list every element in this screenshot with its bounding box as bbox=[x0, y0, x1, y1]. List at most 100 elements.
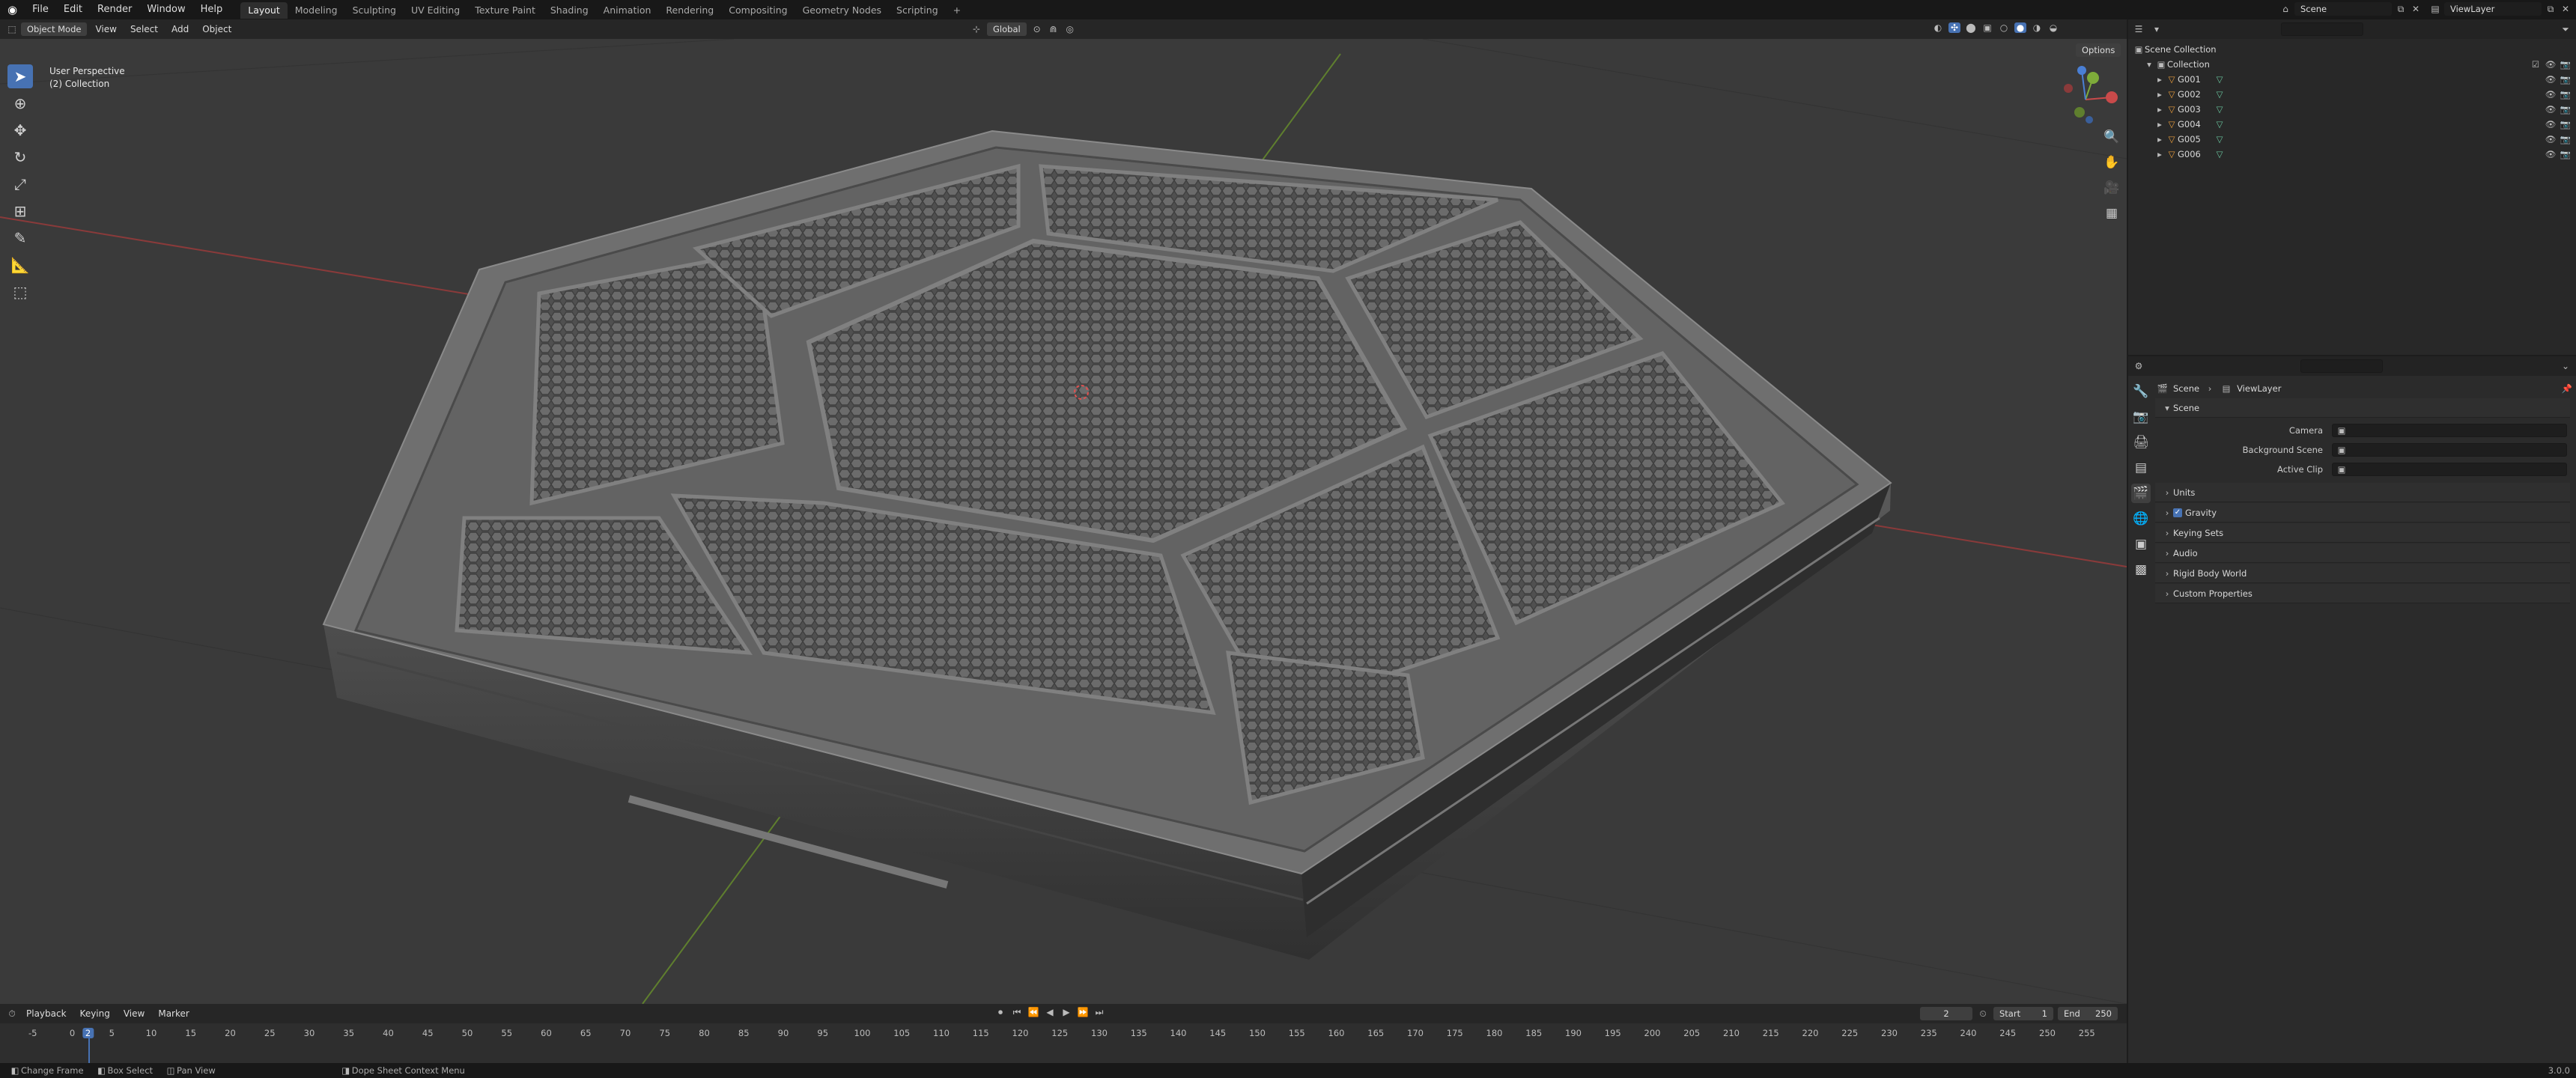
rotate-tool-icon[interactable]: ↻ bbox=[7, 145, 33, 169]
collection-row[interactable]: ▾ ▣ Collection ☑ 👁 📷 bbox=[2133, 57, 2572, 72]
add-workspace-button[interactable]: + bbox=[946, 2, 968, 19]
jump-start-icon[interactable]: ⏮ bbox=[1011, 1007, 1023, 1018]
visibility-icon[interactable]: ◐ bbox=[1932, 22, 1944, 33]
view-layer-tab-icon[interactable]: ▤ bbox=[2131, 458, 2151, 478]
tab-compositing[interactable]: Compositing bbox=[721, 2, 795, 19]
tab-shading[interactable]: Shading bbox=[543, 2, 596, 19]
tool-tab-icon[interactable]: 🔧 bbox=[2131, 382, 2151, 401]
menu-playback[interactable]: Playback bbox=[21, 1007, 72, 1020]
menu-view[interactable]: View bbox=[90, 22, 121, 36]
outliner-object-row[interactable]: ▸ ▽ G006 ▽ 👁 📷 bbox=[2133, 147, 2572, 162]
outliner-object-row[interactable]: ▸ ▽ G001 ▽ 👁 📷 bbox=[2133, 72, 2572, 87]
frame-ruler[interactable]: -5 0 2 5 10 15 20 25 30 35 40 45 50 55 60 65 70 75 80 85 90 9… bbox=[0, 1023, 2127, 1063]
record-icon[interactable]: ⏺ bbox=[994, 1007, 1006, 1018]
properties-editor-icon[interactable]: ⚙ bbox=[2133, 361, 2145, 371]
editor-type-icon[interactable]: ⬚ bbox=[6, 24, 18, 34]
render-camera-icon[interactable]: 📷 bbox=[2560, 72, 2572, 87]
property-field[interactable]: ▣ bbox=[2332, 443, 2567, 457]
output-tab-icon[interactable]: 🖨 bbox=[2131, 433, 2151, 452]
menu-help[interactable]: Help bbox=[193, 0, 231, 19]
menu-window[interactable]: Window bbox=[139, 0, 192, 19]
rendered-shading-icon[interactable]: ◒ bbox=[2047, 22, 2059, 33]
render-camera-icon[interactable]: 📷 bbox=[2560, 87, 2572, 102]
playhead-line[interactable] bbox=[88, 1038, 90, 1063]
overlay-icon[interactable]: ⬤ bbox=[1965, 22, 1977, 33]
current-frame-field[interactable]: 2 bbox=[1920, 1007, 1972, 1020]
expand-arrow-icon[interactable]: ▸ bbox=[2154, 72, 2166, 87]
collapse-icon[interactable]: ⌄ bbox=[2560, 361, 2572, 371]
tab-sculpting[interactable]: Sculpting bbox=[345, 2, 404, 19]
display-mode-icon[interactable]: ▾ bbox=[2151, 24, 2163, 34]
add-cube-tool-icon[interactable]: ⬚ bbox=[7, 280, 33, 304]
expand-arrow-icon[interactable]: ▾ bbox=[2143, 57, 2155, 72]
play-reverse-icon[interactable]: ◀ bbox=[1044, 1007, 1056, 1018]
view-layer-icon[interactable]: ▤ bbox=[2429, 4, 2441, 14]
render-camera-icon[interactable]: 📷 bbox=[2560, 117, 2572, 132]
expand-arrow-icon[interactable]: ▸ bbox=[2154, 147, 2166, 162]
outliner-object-row[interactable]: ▸ ▽ G002 ▽ 👁 📷 bbox=[2133, 87, 2572, 102]
next-keyframe-icon[interactable]: ⏩ bbox=[1077, 1007, 1089, 1018]
expand-arrow-icon[interactable]: ▸ bbox=[2154, 117, 2166, 132]
jump-end-icon[interactable]: ⏭ bbox=[1093, 1007, 1105, 1018]
outliner-editor-icon[interactable]: ☰ bbox=[2133, 24, 2145, 34]
gizmo-icon[interactable]: ✣ bbox=[1948, 22, 1960, 33]
pivot-icon[interactable]: ⊙ bbox=[1031, 24, 1043, 34]
properties-search-field[interactable] bbox=[2300, 359, 2383, 373]
panel-section[interactable]: › ✓ Gravity bbox=[2155, 503, 2570, 523]
expand-arrow-icon[interactable]: ▸ bbox=[2154, 102, 2166, 117]
eye-icon[interactable]: 👁 bbox=[2545, 147, 2557, 162]
collection-tab-icon[interactable]: ▣ bbox=[2131, 535, 2151, 554]
menu-file[interactable]: File bbox=[25, 0, 56, 19]
world-tab-icon[interactable]: 🌐 bbox=[2131, 509, 2151, 529]
scene-selector[interactable]: Scene bbox=[2294, 2, 2392, 16]
gravity-checkbox[interactable]: ✓ bbox=[2173, 508, 2182, 517]
eye-icon[interactable]: 👁 bbox=[2545, 132, 2557, 147]
delete-view-layer-icon[interactable]: ✕ bbox=[2560, 4, 2572, 14]
panel-section[interactable]: › Units bbox=[2155, 483, 2570, 502]
menu-object[interactable]: Object bbox=[197, 22, 237, 36]
view-layer-selector[interactable]: ViewLayer bbox=[2444, 2, 2542, 16]
play-icon[interactable]: ▶ bbox=[1060, 1007, 1072, 1018]
outliner-object-row[interactable]: ▸ ▽ G005 ▽ 👁 📷 bbox=[2133, 132, 2572, 147]
property-field[interactable]: ▣ bbox=[2332, 463, 2567, 476]
pan-hand-icon[interactable]: ✋ bbox=[2102, 153, 2121, 172]
tab-scripting[interactable]: Scripting bbox=[889, 2, 946, 19]
outliner-search-field[interactable] bbox=[2281, 22, 2363, 36]
transform-tool-icon[interactable]: ⊞ bbox=[7, 199, 33, 223]
expand-arrow-icon[interactable]: ▸ bbox=[2154, 132, 2166, 147]
select-tool-icon[interactable]: ➤ bbox=[7, 64, 33, 88]
3d-viewport[interactable]: ➤ ⊕ ✥ ↻ ⤢ ⊞ ✎ 📐 ⬚ User Perspective (2) C… bbox=[0, 39, 2127, 1004]
pin-icon[interactable]: 📌 bbox=[2561, 383, 2573, 394]
solid-shading-icon[interactable]: ● bbox=[2014, 22, 2026, 33]
scene-tab-icon[interactable]: 🎬 bbox=[2131, 484, 2151, 503]
tab-rendering[interactable]: Rendering bbox=[658, 2, 721, 19]
scene-collection-row[interactable]: ▣ Scene Collection bbox=[2133, 42, 2572, 57]
blender-logo-icon[interactable]: ◉ bbox=[0, 0, 25, 19]
snap-icon[interactable]: ⋒ bbox=[1048, 24, 1060, 34]
panel-section[interactable]: › Custom Properties bbox=[2155, 584, 2570, 603]
mode-selector[interactable]: Object Mode bbox=[21, 22, 88, 36]
menu-edit[interactable]: Edit bbox=[56, 0, 90, 19]
outliner-object-row[interactable]: ▸ ▽ G004 ▽ 👁 📷 bbox=[2133, 117, 2572, 132]
render-camera-icon[interactable]: 📷 bbox=[2560, 102, 2572, 117]
new-scene-icon[interactable]: ⧉ bbox=[2395, 4, 2407, 15]
render-camera-icon[interactable]: 📷 bbox=[2560, 132, 2572, 147]
checkbox-icon[interactable]: ☑ bbox=[2530, 57, 2542, 72]
expand-arrow-icon[interactable]: ▸ bbox=[2154, 87, 2166, 102]
camera-view-icon[interactable]: 🎥 bbox=[2102, 178, 2121, 198]
start-frame-field[interactable]: Start 1 bbox=[1993, 1007, 2053, 1020]
eye-icon[interactable]: 👁 bbox=[2545, 57, 2557, 72]
scale-tool-icon[interactable]: ⤢ bbox=[7, 172, 33, 196]
panel-section[interactable]: › Keying Sets bbox=[2155, 523, 2570, 543]
material-shading-icon[interactable]: ◑ bbox=[2031, 22, 2043, 33]
tab-geometry-nodes[interactable]: Geometry Nodes bbox=[795, 2, 889, 19]
eye-icon[interactable]: 👁 bbox=[2545, 117, 2557, 132]
delete-scene-icon[interactable]: ✕ bbox=[2410, 4, 2422, 14]
render-camera-icon[interactable]: 📷 bbox=[2560, 147, 2572, 162]
outliner-object-row[interactable]: ▸ ▽ G003 ▽ 👁 📷 bbox=[2133, 102, 2572, 117]
panel-section[interactable]: › Rigid Body World bbox=[2155, 564, 2570, 583]
eye-icon[interactable]: 👁 bbox=[2545, 87, 2557, 102]
annotate-tool-icon[interactable]: ✎ bbox=[7, 226, 33, 250]
tab-animation[interactable]: Animation bbox=[596, 2, 659, 19]
tab-texture-paint[interactable]: Texture Paint bbox=[467, 2, 543, 19]
